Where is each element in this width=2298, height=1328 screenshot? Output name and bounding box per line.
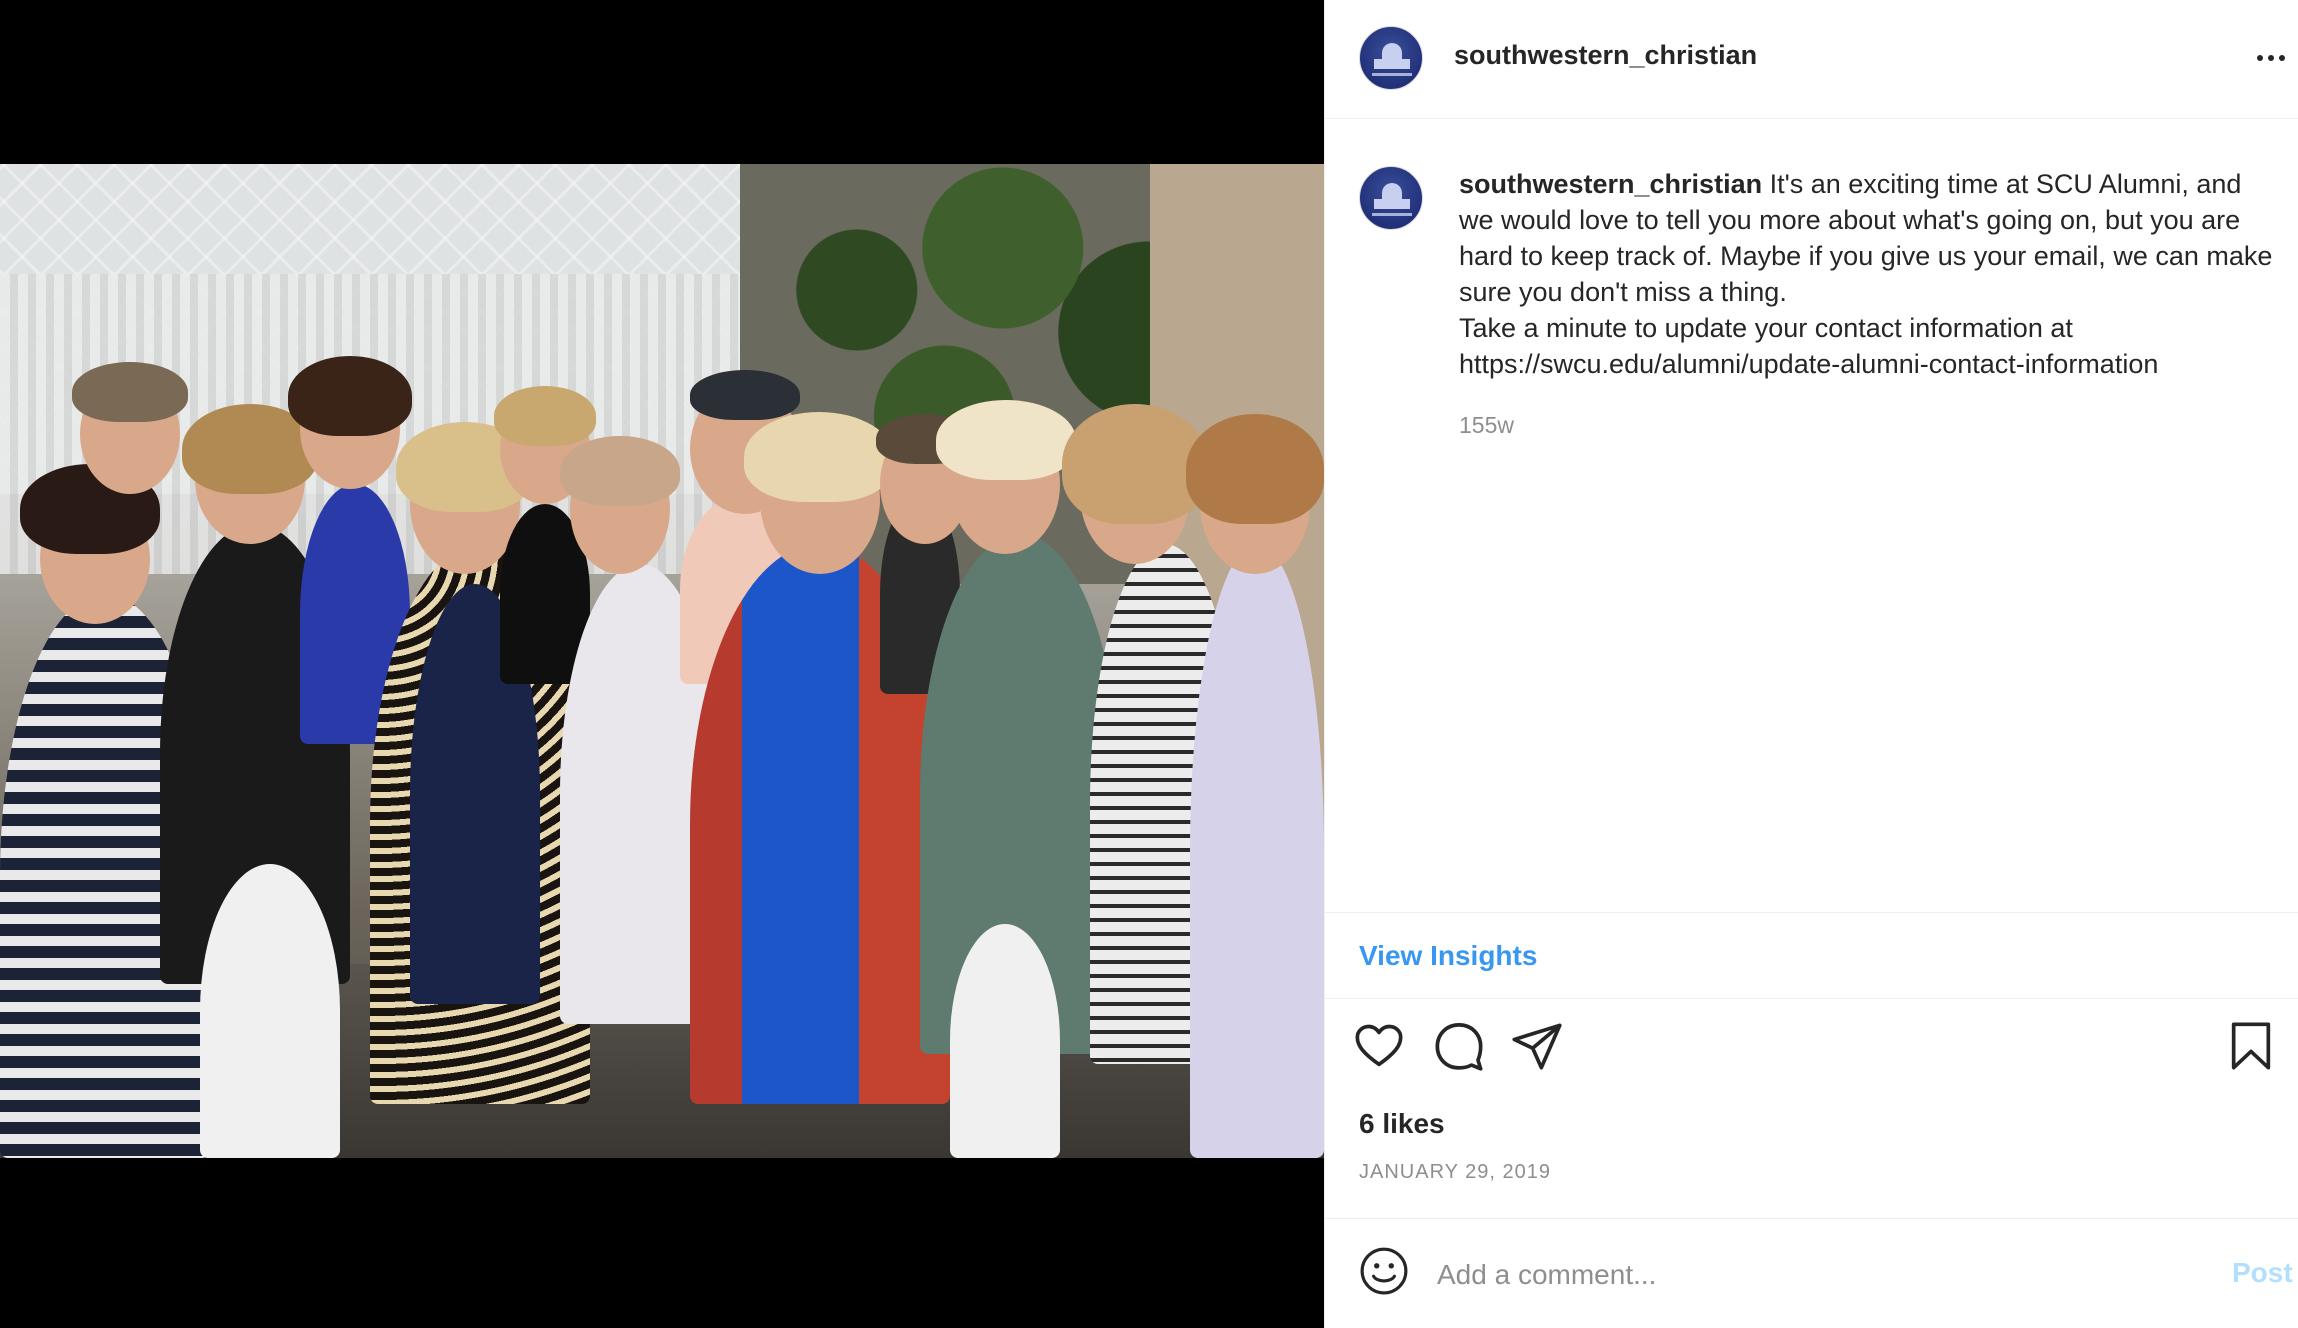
view-insights-link[interactable]: View Insights <box>1359 940 1537 972</box>
post-actions <box>1325 1020 2298 1080</box>
post-photo <box>0 164 1324 1158</box>
post-detail-panel: southwestern_christian southwestern_chri… <box>1324 0 2298 1328</box>
add-comment-bar: Post <box>1325 1218 2298 1328</box>
post-date: JANUARY 29, 2019 <box>1359 1161 1552 1183</box>
post-media[interactable] <box>0 0 1324 1328</box>
share-icon[interactable] <box>1511 1020 1563 1072</box>
post-header: southwestern_christian <box>1325 0 2298 119</box>
post-caption: southwestern_christian It's an exciting … <box>1459 166 2279 382</box>
insights-bar: View Insights <box>1325 912 2298 999</box>
post-time-ago[interactable]: 155w <box>1459 412 1514 439</box>
avatar[interactable] <box>1359 26 1423 90</box>
more-options-icon[interactable] <box>2251 38 2291 78</box>
emoji-icon[interactable] <box>1359 1246 1409 1296</box>
likes-count[interactable]: 6 likes <box>1359 1108 1445 1140</box>
bookmark-icon[interactable] <box>2225 1020 2277 1072</box>
heart-icon[interactable] <box>1353 1020 1405 1072</box>
post-comment-button[interactable]: Post <box>2232 1257 2293 1289</box>
caption-username[interactable]: southwestern_christian <box>1459 169 1762 199</box>
caption-avatar[interactable] <box>1359 166 1423 230</box>
comment-icon[interactable] <box>1433 1020 1485 1072</box>
comment-input[interactable] <box>1437 1255 2137 1295</box>
caption-text-line2: Take a minute to update your contact inf… <box>1459 313 2159 379</box>
header-username[interactable]: southwestern_christian <box>1454 40 1757 71</box>
